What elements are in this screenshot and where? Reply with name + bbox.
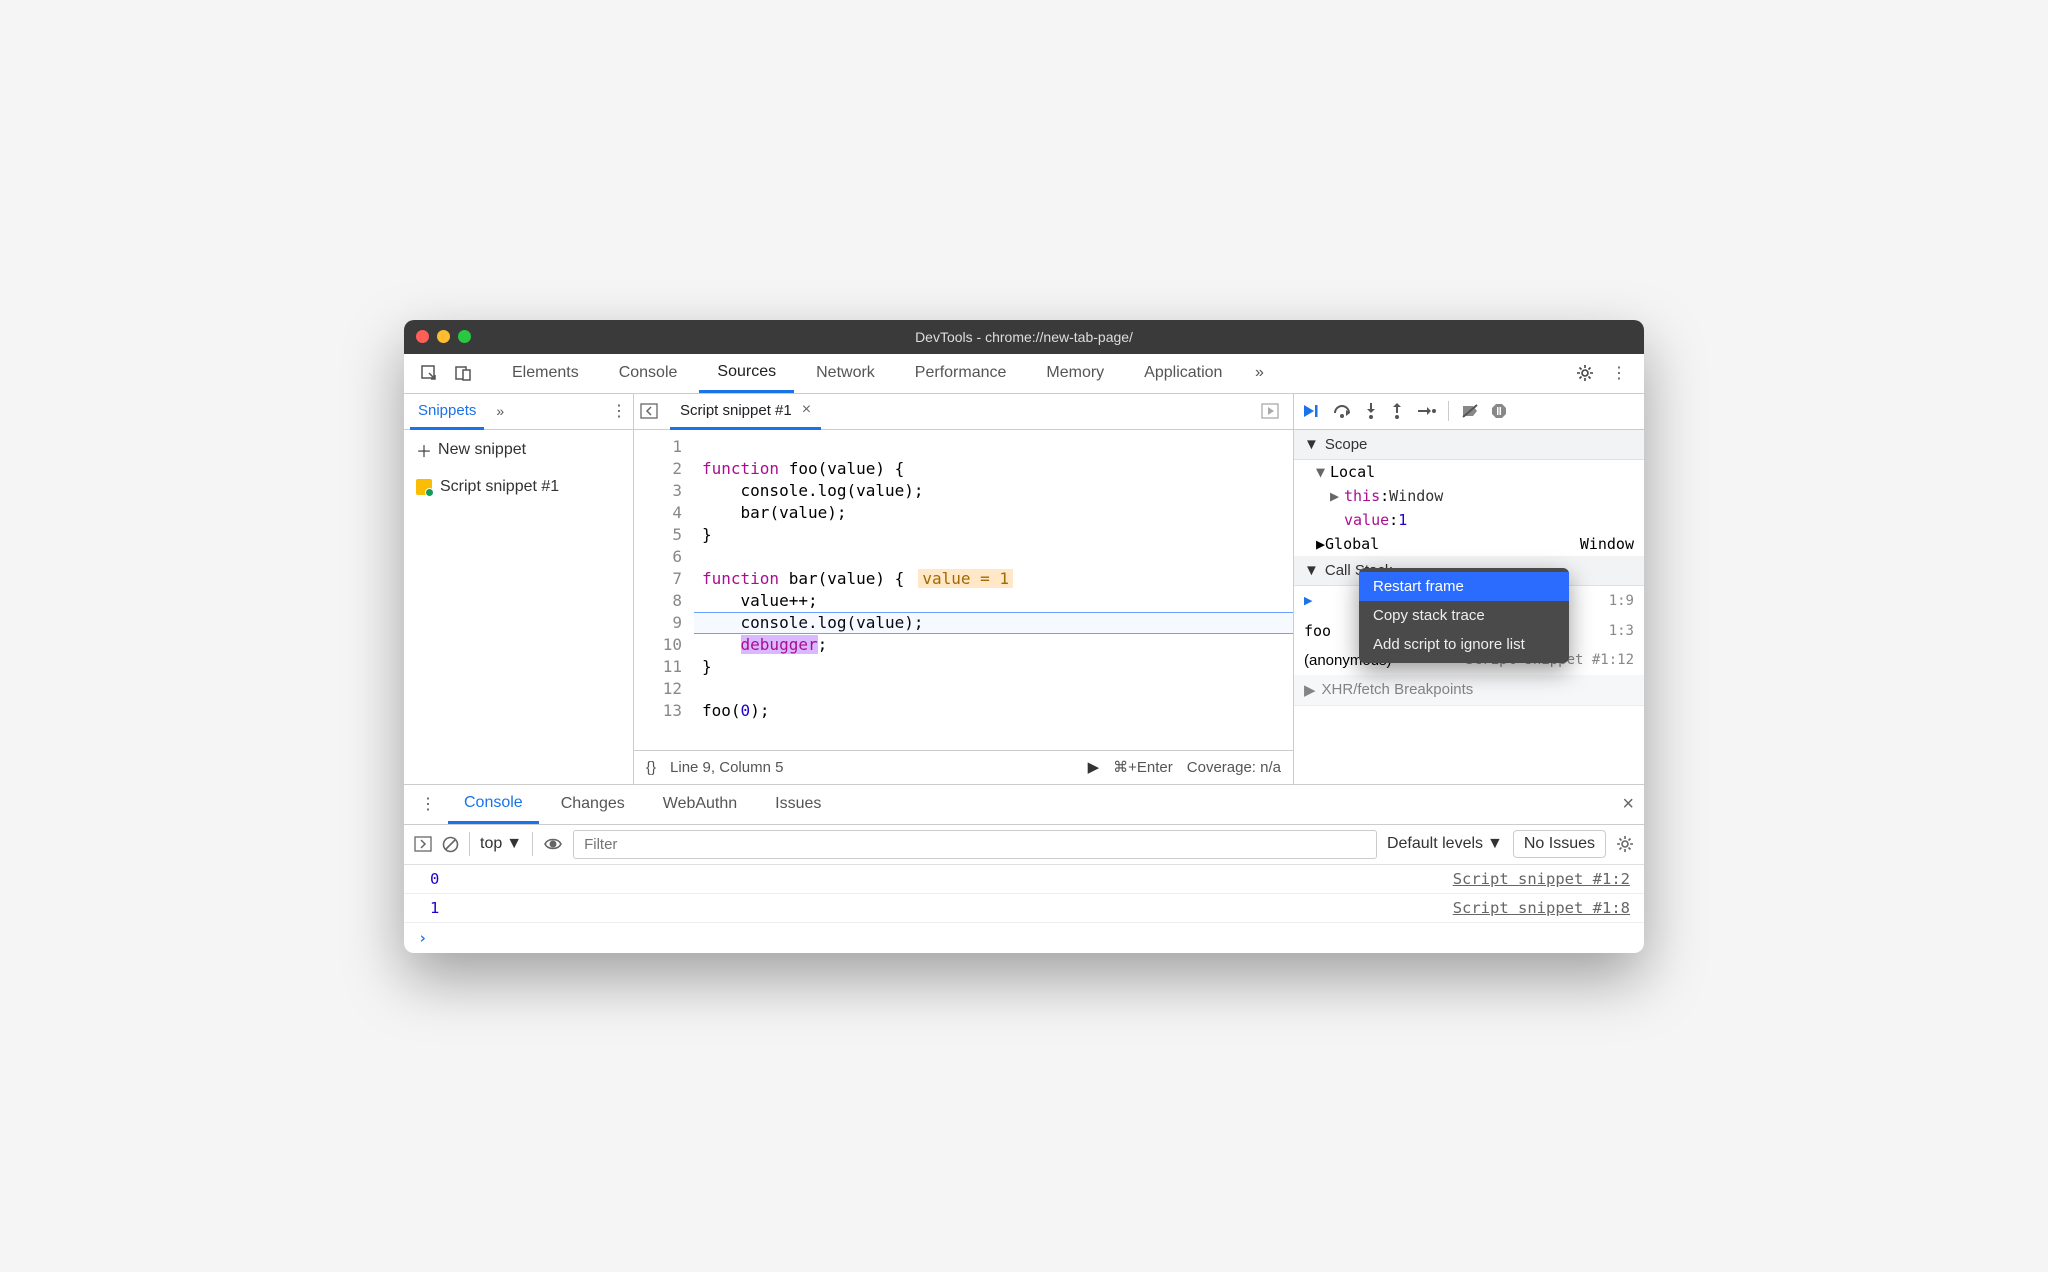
editor-file-tab[interactable]: Script snippet #1 × [670, 394, 821, 430]
settings-icon[interactable] [1570, 358, 1600, 388]
console-sidebar-icon[interactable] [414, 836, 432, 852]
drawer-close-icon[interactable]: × [1622, 793, 1634, 816]
chevron-down-icon: ▼ [1304, 562, 1319, 579]
clear-console-icon[interactable] [442, 836, 459, 853]
console-source-link[interactable]: Script snippet #1:8 [1453, 899, 1630, 917]
tab-network[interactable]: Network [798, 353, 893, 393]
coverage-label: Coverage: n/a [1187, 759, 1281, 776]
console-log-line[interactable]: 0 Script snippet #1:2 [404, 865, 1644, 894]
inline-value-badge: value = 1 [918, 569, 1013, 588]
more-tabs-icon[interactable]: » [1244, 358, 1274, 388]
console-output: 0 Script snippet #1:2 1 Script snippet #… [404, 865, 1644, 953]
line-gutter: 12345678910111213 [634, 430, 694, 750]
scope-value[interactable]: value: 1 [1294, 508, 1644, 532]
console-levels-select[interactable]: Default levels ▼ [1387, 835, 1503, 853]
new-snippet-button[interactable]: ＋ New snippet [404, 430, 633, 470]
nav-back-icon[interactable] [640, 403, 664, 419]
code-content: function foo(value) { console.log(value)… [694, 430, 1293, 750]
context-menu: Restart frame Copy stack trace Add scrip… [1359, 568, 1569, 663]
step-over-icon[interactable] [1332, 403, 1352, 419]
xhr-breakpoints-header[interactable]: ▶XHR/fetch Breakpoints [1294, 675, 1644, 706]
navigator-kebab-icon[interactable]: ⋮ [611, 401, 627, 421]
pause-exceptions-icon[interactable] [1491, 403, 1507, 419]
drawer-kebab-icon[interactable]: ⋮ [414, 794, 442, 814]
step-out-icon[interactable] [1390, 402, 1404, 420]
tab-sources[interactable]: Sources [699, 353, 794, 393]
console-settings-icon[interactable] [1616, 835, 1634, 853]
tab-performance[interactable]: Performance [897, 353, 1025, 393]
drawer-tab-webauthn[interactable]: WebAuthn [647, 784, 753, 824]
console-prompt[interactable]: › [404, 923, 1644, 953]
scope-this[interactable]: ▶this: Window [1294, 484, 1644, 508]
resume-icon[interactable] [1302, 403, 1320, 419]
console-filter-input[interactable] [573, 830, 1377, 859]
step-icon[interactable] [1416, 404, 1436, 418]
chevron-right-icon: ▶ [1304, 681, 1316, 699]
tab-console[interactable]: Console [601, 353, 696, 393]
window-title: DevTools - chrome://new-tab-page/ [404, 329, 1644, 345]
navigator-more-icon[interactable]: » [490, 403, 510, 419]
drawer: ⋮ Console Changes WebAuthn Issues × top … [404, 784, 1644, 953]
device-toggle-icon[interactable] [448, 358, 478, 388]
context-copy-stack-trace[interactable]: Copy stack trace [1359, 601, 1569, 630]
cursor-position: Line 9, Column 5 [670, 759, 783, 776]
editor-tabbar: Script snippet #1 × [634, 394, 1293, 430]
kebab-menu-icon[interactable]: ⋮ [1604, 358, 1634, 388]
debugger-panel: ▼Scope ▼Local ▶this: Window value: 1 ▶Gl… [1294, 394, 1644, 784]
new-snippet-label: New snippet [438, 441, 526, 459]
context-add-ignore-list[interactable]: Add script to ignore list [1359, 630, 1569, 659]
snippet-item[interactable]: Script snippet #1 [404, 470, 633, 504]
drawer-tab-changes[interactable]: Changes [545, 784, 641, 824]
close-tab-icon[interactable]: × [802, 401, 811, 419]
navigator-panel: Snippets » ⋮ ＋ New snippet Script snippe… [404, 394, 634, 784]
code-editor[interactable]: 12345678910111213 function foo(value) { … [634, 430, 1293, 750]
scope-local[interactable]: ▼Local [1294, 460, 1644, 484]
editor-statusbar: {} Line 9, Column 5 ▶ ⌘+Enter Coverage: … [634, 750, 1293, 784]
titlebar: DevTools - chrome://new-tab-page/ [404, 320, 1644, 354]
console-context-select[interactable]: top ▼ [469, 832, 533, 856]
snippet-file-icon [416, 479, 432, 495]
no-issues-button[interactable]: No Issues [1513, 830, 1606, 858]
snippets-subtab[interactable]: Snippets [410, 394, 484, 430]
deactivate-breakpoints-icon[interactable] [1461, 403, 1479, 419]
console-log-line[interactable]: 1 Script snippet #1:8 [404, 894, 1644, 923]
inspect-icon[interactable] [414, 358, 444, 388]
drawer-tabbar: ⋮ Console Changes WebAuthn Issues × [404, 785, 1644, 825]
editor-panel: Script snippet #1 × 12345678910111213 fu… [634, 394, 1294, 784]
context-restart-frame[interactable]: Restart frame [1359, 572, 1569, 601]
snippet-item-label: Script snippet #1 [440, 478, 559, 496]
main-tabbar: Elements Console Sources Network Perform… [404, 354, 1644, 394]
pretty-print-icon[interactable]: {} [646, 759, 656, 776]
drawer-tab-console[interactable]: Console [448, 784, 539, 824]
plus-icon: ＋ [416, 438, 432, 462]
console-toolbar: top ▼ Default levels ▼ No Issues [404, 825, 1644, 865]
editor-file-tab-label: Script snippet #1 [680, 402, 792, 419]
run-icon[interactable]: ▶ [1088, 758, 1100, 776]
scope-global[interactable]: ▶GlobalWindow [1294, 532, 1644, 556]
workspace: Snippets » ⋮ ＋ New snippet Script snippe… [404, 394, 1644, 784]
tab-elements[interactable]: Elements [494, 353, 597, 393]
debugger-toolbar [1294, 394, 1644, 430]
drawer-tab-issues[interactable]: Issues [759, 784, 837, 824]
scope-header[interactable]: ▼Scope [1294, 430, 1644, 460]
devtools-window: DevTools - chrome://new-tab-page/ Elemen… [404, 320, 1644, 953]
run-snippet-icon[interactable] [1253, 403, 1287, 419]
run-shortcut: ⌘+Enter [1113, 758, 1173, 776]
tab-application[interactable]: Application [1126, 353, 1240, 393]
console-source-link[interactable]: Script snippet #1:2 [1453, 870, 1630, 888]
navigator-tabbar: Snippets » ⋮ [404, 394, 633, 430]
step-into-icon[interactable] [1364, 402, 1378, 420]
chevron-down-icon: ▼ [1304, 436, 1319, 453]
tab-memory[interactable]: Memory [1028, 353, 1122, 393]
live-expression-icon[interactable] [543, 837, 563, 851]
